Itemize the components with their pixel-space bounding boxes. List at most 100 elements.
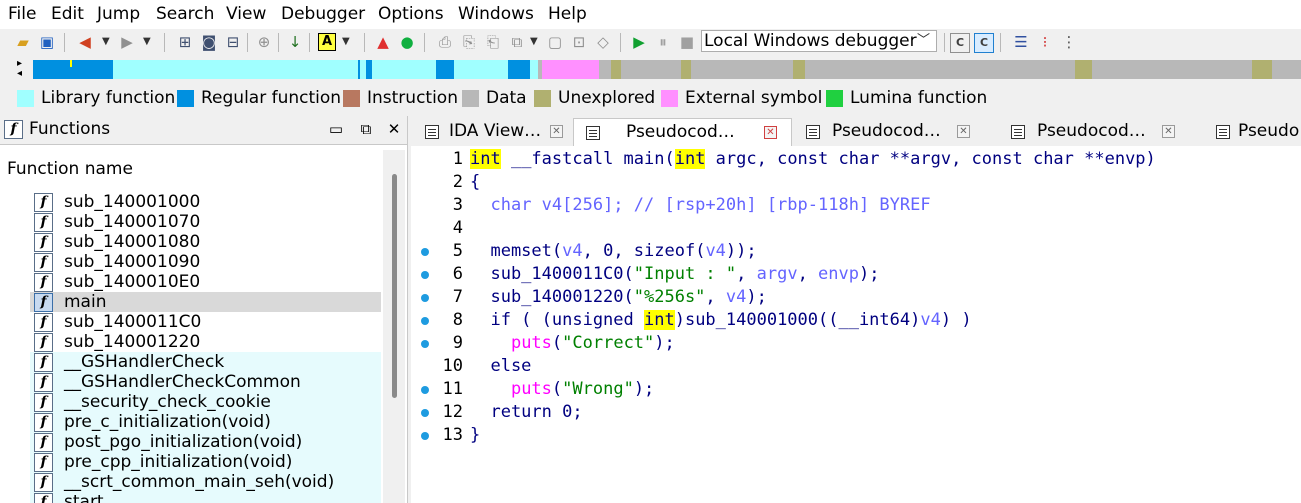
breakpoint-icon[interactable]: ▲ — [374, 33, 392, 51]
function-list-item[interactable]: f sub_1400011C0 — [30, 312, 381, 332]
breakpoint-dot-icon[interactable] — [421, 248, 429, 256]
code-text[interactable]: char v4[256]; // [rsp+20h] [rbp-118h] BY… — [470, 195, 930, 215]
code-line[interactable]: 5 memset(v4, 0, sizeof(v4)); — [411, 240, 1301, 263]
function-name-column-header[interactable]: Function name — [7, 159, 133, 179]
struct-icon[interactable]: ⊟ — [224, 33, 242, 51]
menu-search[interactable]: Search — [156, 4, 214, 24]
navigation-band[interactable] — [33, 60, 1301, 79]
chevron-down-icon[interactable]: ▼ — [143, 33, 151, 51]
zoom-icon[interactable]: ⊕ — [255, 33, 273, 51]
function-list-item[interactable]: f start — [30, 492, 381, 503]
close-icon[interactable]: ✕ — [957, 125, 970, 138]
attach-icon[interactable]: ⊡ — [570, 33, 588, 51]
open-folder-icon[interactable]: ▰ — [14, 33, 32, 51]
save-icon[interactable]: ▣ — [38, 33, 56, 51]
code-line[interactable]: 9 puts("Correct"); — [411, 332, 1301, 355]
tab-pseudocode-d[interactable]: Pseudo — [1204, 118, 1301, 146]
code-line[interactable]: 4 — [411, 217, 1301, 240]
functions-scrollbar[interactable] — [383, 150, 405, 503]
menu-help[interactable]: Help — [548, 4, 587, 24]
close-icon[interactable]: ✕ — [764, 126, 777, 139]
menu-view[interactable]: View — [226, 4, 266, 24]
run-to-icon[interactable]: ⧉ — [508, 33, 526, 51]
code-line[interactable]: 8 if ( (unsigned int)sub_140001000((__in… — [411, 309, 1301, 332]
detach-icon[interactable]: ◇ — [594, 33, 612, 51]
function-list-item[interactable]: f sub_140001070 — [30, 212, 381, 232]
code-line[interactable]: 3 char v4[256]; // [rsp+20h] [rbp-118h] … — [411, 194, 1301, 217]
forward-arrow-icon[interactable]: ▶ — [118, 33, 136, 51]
circle-icon[interactable]: ● — [398, 33, 416, 51]
code-line[interactable]: 6 sub_1400011C0("Input : ", argv, envp); — [411, 263, 1301, 286]
code-line[interactable]: 2{ — [411, 171, 1301, 194]
tab-pseudocode-b[interactable]: Pseudocod… ✕ — [794, 118, 994, 146]
code-line[interactable]: 10 else — [411, 355, 1301, 378]
maximize-icon[interactable]: ▭ — [327, 120, 345, 138]
menu-file[interactable]: File — [8, 4, 36, 24]
functions-scrollbar-thumb[interactable] — [392, 174, 397, 398]
code-text[interactable]: { — [470, 172, 480, 192]
breakpoint-dot-icon[interactable] — [421, 317, 429, 325]
proximity-icon[interactable]: ◙ — [200, 33, 218, 51]
menu-options[interactable]: Options — [378, 4, 444, 24]
function-list-item[interactable]: f pre_c_initialization(void) — [30, 412, 381, 432]
breakpoint-dot-icon[interactable] — [421, 409, 429, 417]
breakpoint-dot-icon[interactable] — [421, 340, 429, 348]
code-text[interactable]: memset(v4, 0, sizeof(v4)); — [470, 241, 756, 261]
nav-arrow-icon[interactable]: ▸ ◂ — [17, 59, 22, 79]
function-list-item[interactable]: f __GSHandlerCheck — [30, 352, 381, 372]
pause-icon[interactable]: ⏸ — [654, 33, 672, 51]
function-list-item[interactable]: f sub_140001220 — [30, 332, 381, 352]
run-icon[interactable]: ▶ — [630, 33, 648, 51]
back-arrow-icon[interactable]: ◀ — [76, 33, 94, 51]
function-list-item[interactable]: f sub_1400010E0 — [30, 272, 381, 292]
function-list-item[interactable]: f __security_check_cookie — [30, 392, 381, 412]
tab-pseudocode-c[interactable]: Pseudocod… ✕ — [999, 118, 1199, 146]
code-line[interactable]: 12 return 0; — [411, 401, 1301, 424]
tab-pseudocode-a[interactable]: Pseudocod… ✕ — [573, 118, 792, 146]
code-text[interactable]: return 0; — [470, 402, 582, 422]
code-text[interactable]: else — [470, 356, 531, 376]
breakpoint-dot-icon[interactable] — [421, 386, 429, 394]
function-list-item[interactable]: f __GSHandlerCheckCommon — [30, 372, 381, 392]
debugger-select[interactable]: Local Windows debugger ﹀ — [701, 30, 937, 52]
breakpoint-dot-icon[interactable] — [421, 271, 429, 279]
restore-icon[interactable]: ⧉ — [357, 120, 375, 138]
step-over-icon[interactable]: ⎘ — [460, 33, 478, 51]
pseudocode-editor[interactable]: 1 int __fastcall main(int argc, const cha… — [411, 146, 1301, 503]
code-line[interactable]: 1 int __fastcall main(int argc, const cha… — [411, 148, 1301, 171]
function-list-item[interactable]: f sub_140001000 — [30, 192, 381, 212]
function-list-item[interactable]: f post_pgo_initialization(void) — [30, 432, 381, 452]
code-line[interactable]: 11 puts("Wrong"); — [411, 378, 1301, 401]
code-text[interactable]: sub_1400011C0("Input : ", argv, envp); — [470, 264, 879, 284]
chevron-down-icon[interactable]: ▼ — [530, 33, 538, 51]
breakpoint-dot-icon[interactable] — [421, 294, 429, 302]
graph-icon[interactable]: ⊞ — [176, 33, 194, 51]
close-icon[interactable]: ✕ — [1162, 125, 1175, 138]
close-icon[interactable]: ✕ — [550, 125, 563, 138]
step-out-icon[interactable]: ⎗ — [484, 33, 502, 51]
function-list-item[interactable]: f sub_140001080 — [30, 232, 381, 252]
menu-windows[interactable]: Windows — [458, 4, 534, 24]
code-text[interactable]: puts("Correct"); — [470, 333, 675, 353]
stop-icon[interactable]: ■ — [678, 33, 696, 51]
chevron-down-icon[interactable]: ▼ — [342, 33, 350, 51]
close-icon[interactable]: ✕ — [385, 120, 403, 138]
code-text[interactable]: puts("Wrong"); — [470, 379, 654, 399]
window-icon[interactable]: ▢ — [546, 33, 564, 51]
code-line[interactable]: 7 sub_140001220("%256s", v4); — [411, 286, 1301, 309]
code-line[interactable]: 13} — [411, 424, 1301, 447]
code-text[interactable]: int __fastcall main(int argc, const char… — [470, 149, 1156, 169]
function-list-item[interactable]: f __scrt_common_main_seh(void) — [30, 472, 381, 492]
font-icon[interactable]: A — [318, 33, 336, 51]
code-text[interactable]: sub_140001220("%256s", v4); — [470, 287, 766, 307]
function-list-item[interactable]: f main — [30, 292, 381, 312]
menu-edit[interactable]: Edit — [51, 4, 84, 24]
menu-jump[interactable]: Jump — [97, 4, 140, 24]
function-list-item[interactable]: f pre_cpp_initialization(void) — [30, 452, 381, 472]
step-into-icon[interactable]: ⎙ — [436, 33, 454, 51]
down-arrow-icon[interactable]: ↓ — [286, 33, 304, 51]
breakpoint-dot-icon[interactable] — [421, 432, 429, 440]
menu-debugger[interactable]: Debugger — [281, 4, 365, 24]
chevron-down-icon[interactable]: ▼ — [102, 33, 110, 51]
tab-ida-view[interactable]: IDA View… ✕ — [413, 118, 571, 146]
